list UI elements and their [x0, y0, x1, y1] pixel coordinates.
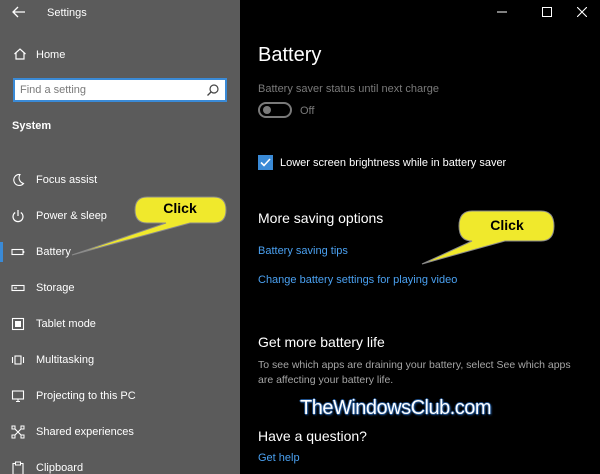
moon-icon	[13, 173, 25, 186]
main-content: Battery Battery saver status until next …	[240, 0, 600, 474]
sidebar-item-shared-experiences[interactable]: Shared experiences	[0, 419, 240, 445]
app-title: Settings	[47, 7, 87, 19]
projecting-icon	[11, 390, 25, 403]
maximize-icon	[542, 7, 552, 17]
shared-experiences-icon	[11, 425, 25, 439]
checkmark-icon	[260, 158, 271, 167]
multitasking-icon	[11, 355, 25, 365]
watermark: TheWindowsClub.com	[300, 397, 492, 419]
sidebar-item-multitasking[interactable]: Multitasking	[0, 347, 240, 373]
back-arrow-icon	[12, 6, 25, 18]
storage-icon	[11, 284, 25, 292]
sidebar-item-clipboard[interactable]: Clipboard	[0, 455, 240, 474]
maximize-button[interactable]	[534, 3, 560, 23]
toggle-state-label: Off	[300, 105, 315, 117]
battery-saver-toggle[interactable]	[258, 102, 292, 118]
page-title: Battery	[258, 44, 322, 66]
sidebar-item-label: Power & sleep	[36, 210, 107, 222]
more-saving-heading: More saving options	[258, 210, 384, 226]
question-heading: Have a question?	[258, 428, 367, 444]
battery-icon	[11, 248, 25, 256]
more-battery-life-heading: Get more battery life	[258, 334, 385, 350]
sidebar-item-focus-assist[interactable]: Focus assist	[0, 167, 240, 193]
close-button[interactable]	[569, 3, 595, 23]
sidebar-callout-text: Click	[163, 200, 197, 216]
lower-brightness-label: Lower screen brightness while in battery…	[280, 157, 507, 169]
get-help-link[interactable]: Get help	[258, 452, 300, 464]
tablet-mode-icon	[11, 317, 25, 331]
sidebar-item-label: Shared experiences	[36, 426, 134, 438]
close-icon	[576, 6, 588, 18]
more-battery-life-text: To see which apps are draining your batt…	[258, 359, 571, 386]
playing-video-settings-link[interactable]: Change battery settings for playing vide…	[258, 274, 457, 286]
lower-brightness-checkbox[interactable]	[258, 155, 273, 170]
minimize-icon	[497, 11, 507, 13]
clipboard-icon	[12, 461, 24, 474]
sidebar-item-battery[interactable]: Battery	[0, 239, 240, 265]
battery-saving-tips-link[interactable]: Battery saving tips	[258, 245, 348, 257]
search-icon[interactable]	[206, 83, 220, 97]
toggle-knob	[263, 106, 271, 114]
minimize-button[interactable]	[489, 3, 515, 23]
sidebar-home[interactable]: Home	[0, 44, 240, 68]
sidebar: Settings Home System Focus assist Power …	[0, 0, 240, 474]
search-box[interactable]	[13, 78, 227, 102]
main-callout-text: Click	[490, 217, 524, 233]
sidebar-item-label: Battery	[36, 246, 71, 258]
battery-saver-status-label: Battery saver status until next charge	[258, 83, 439, 95]
back-button[interactable]	[10, 5, 28, 21]
sidebar-item-projecting[interactable]: Projecting to this PC	[0, 383, 240, 409]
sidebar-item-label: Multitasking	[36, 354, 95, 366]
home-label: Home	[36, 49, 66, 61]
home-icon	[14, 48, 26, 60]
sidebar-item-storage[interactable]: Storage	[0, 275, 240, 301]
sidebar-item-tablet-mode[interactable]: Tablet mode	[0, 311, 240, 337]
sidebar-item-label: Storage	[36, 282, 75, 294]
title-bar: Settings	[0, 0, 240, 28]
sidebar-item-label: Tablet mode	[36, 318, 96, 330]
sidebar-item-label: Projecting to this PC	[36, 390, 136, 402]
power-icon	[12, 210, 24, 223]
sidebar-item-label: Clipboard	[36, 462, 84, 474]
search-input[interactable]	[20, 82, 200, 98]
sidebar-item-label: Focus assist	[36, 174, 98, 186]
section-label: System	[12, 120, 52, 132]
